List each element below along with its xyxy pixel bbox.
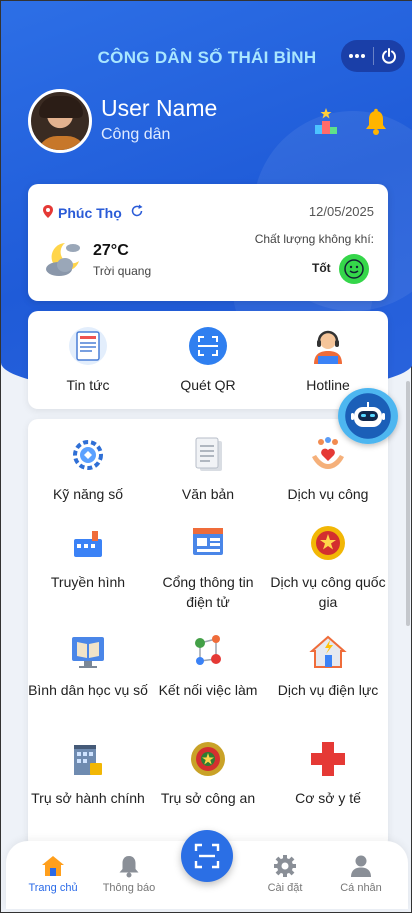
police-badge-icon [191,742,225,776]
night-cloud-icon [46,243,80,276]
service-label: Dịch vụ công [287,486,369,502]
service-national[interactable]: Dịch vụ công quốc gia [268,523,388,612]
service-label: Văn bản [181,486,235,502]
avatar-hair [39,96,83,118]
bell-icon[interactable] [363,108,389,136]
air-quality-value: Tốt [312,261,331,275]
electricity-icon [309,635,347,668]
ranking-icon[interactable] [313,107,339,135]
more-button[interactable] [341,40,373,72]
service-television[interactable]: Truyền hình [28,523,148,592]
person-icon [351,855,371,877]
weather-condition: Trời quang [93,264,152,278]
quick-action-hotline[interactable]: Hotline [268,326,388,395]
weather-card: Phúc Thọ 12/05/2025 27°C Trời quang Chất… [28,184,388,301]
admin-office-icon [74,745,102,775]
learning-icon [72,637,104,668]
nav-notifications[interactable]: Thông báo [94,853,164,894]
job-network-icon [195,635,221,665]
bell-icon [119,856,139,878]
service-label: Trụ sở công an [160,790,256,806]
national-emblem-icon [311,526,345,560]
service-label: Truyền hình [50,574,126,590]
service-label: Cổng thông tin điện tử [162,574,254,610]
location-name: Phúc Thọ [58,204,122,221]
service-learning[interactable]: Bình dân học vụ số [28,631,148,700]
power-button[interactable] [373,40,405,72]
quick-actions-card: Tin tức Quét QR Hotline [28,311,388,409]
smiley-face-icon [339,254,369,284]
service-admin-office[interactable]: Trụ sở hành chính [28,739,148,808]
weather-date: 12/05/2025 [308,204,374,219]
scan-center-button[interactable] [181,830,233,882]
scrollbar[interactable] [406,381,410,626]
user-name: User Name [101,95,218,121]
service-label: Cơ sở y tế [295,790,361,806]
gear-icon [274,855,296,877]
service-label: Kỹ năng số [52,486,124,502]
quick-action-label: Quét QR [180,377,236,393]
robot-icon [351,402,385,427]
service-public[interactable]: Dịch vụ công [268,435,388,504]
nav-label: Cá nhân [340,882,382,894]
qr-scan-icon [189,327,227,365]
service-label: Bình dân học vụ số [28,682,148,698]
nav-settings[interactable]: Cài đặt [250,853,320,894]
document-icon [195,437,222,471]
nav-home[interactable]: Trang chủ [18,853,88,894]
nav-label: Cài đặt [267,882,303,894]
service-medical[interactable]: Cơ sở y tế [268,739,388,808]
service-label: Kết nối việc làm [158,682,258,698]
service-jobs[interactable]: Kết nối việc làm [148,631,268,700]
service-electricity[interactable]: Dịch vụ điện lực [268,631,388,700]
refresh-icon[interactable] [130,204,144,221]
location-pin-icon [43,204,53,221]
nav-label: Trang chủ [28,882,78,894]
service-label: Dịch vụ công quốc gia [270,574,386,610]
avatar[interactable] [28,89,92,153]
scan-icon [194,843,220,869]
power-icon [382,48,397,64]
service-label: Trụ sở hành chính [31,790,145,806]
television-icon [74,531,102,557]
location-row[interactable]: Phúc Thọ [43,204,144,221]
services-grid-card: Kỹ năng số Văn bản Dịch vụ công Truyền h… [28,419,388,849]
temperature: 27°C [93,242,129,259]
air-quality-label: Chất lượng không khí: [254,232,374,246]
news-icon [69,327,107,365]
quick-action-qr[interactable]: Quét QR [148,326,268,395]
service-police[interactable]: Trụ sở công an [148,739,268,808]
nav-profile[interactable]: Cá nhân [326,853,396,894]
window-controls [341,40,405,72]
chatbot-button[interactable] [338,388,398,444]
nav-label: Thông báo [102,882,156,894]
more-horizontal-icon [348,54,365,58]
digital-skills-icon [73,440,103,470]
portal-icon [193,528,223,555]
service-digital-skills[interactable]: Kỹ năng số [28,435,148,504]
medical-cross-icon [311,742,345,776]
service-documents[interactable]: Văn bản [148,435,268,504]
public-service-icon [312,437,344,469]
user-role: Công dân [101,126,171,143]
service-label: Dịch vụ điện lực [277,682,379,698]
service-portal[interactable]: Cổng thông tin điện tử [148,523,268,612]
home-icon [42,856,64,876]
quick-action-news[interactable]: Tin tức [28,326,148,395]
hotline-icon [314,330,342,364]
quick-action-label: Tin tức [66,377,110,393]
